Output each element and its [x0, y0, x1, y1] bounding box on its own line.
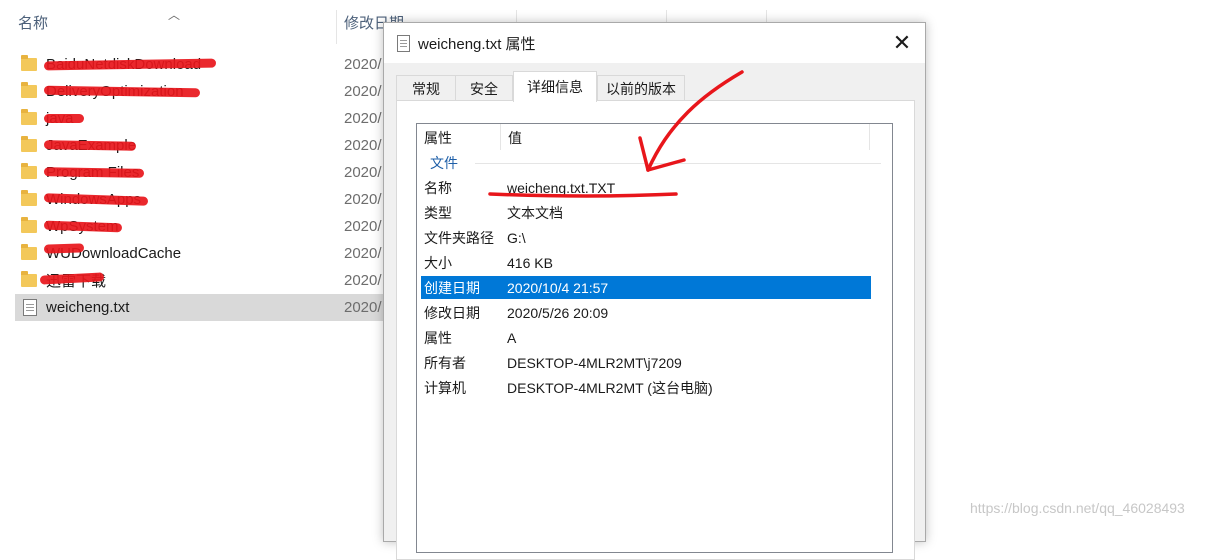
redaction-mark [43, 167, 145, 178]
property-row[interactable]: 创建日期 2020/10/4 21:57 [421, 276, 871, 299]
redaction-mark [44, 114, 84, 123]
text-document-icon [397, 34, 410, 52]
file-modified-date: 2020/ [344, 164, 382, 181]
tab-general[interactable]: 常规 [396, 75, 456, 101]
file-modified-date: 2020/ [344, 83, 382, 100]
file-modified-date: 2020/ [344, 56, 382, 73]
property-name: 类型 [424, 204, 452, 221]
property-row[interactable]: 所有者 DESKTOP-4MLR2MT\j7209 [421, 351, 871, 374]
header-value[interactable]: 值 [508, 128, 522, 148]
details-list-header: 属性 值 [417, 124, 892, 150]
property-row[interactable]: 属性 A [421, 326, 871, 349]
property-value: A [507, 329, 517, 346]
property-name: 修改日期 [424, 304, 480, 321]
details-list[interactable]: 属性 值 文件 名称 weicheng.txt.TXT 类型 文本文档 文件夹路径 G:\… [416, 123, 893, 553]
text-file-icon [23, 299, 37, 316]
folder-icon [21, 163, 37, 179]
folder-icon [21, 55, 37, 71]
file-row[interactable]: weicheng.txt 2020/ [15, 294, 385, 321]
folder-icon [21, 190, 37, 206]
property-value: G:\ [507, 229, 526, 246]
redaction-mark [43, 243, 85, 254]
folder-icon [21, 217, 37, 233]
property-row[interactable]: 类型 文本文档 [421, 201, 871, 224]
property-value: DESKTOP-4MLR2MT\j7209 [507, 354, 682, 371]
tab-security[interactable]: 安全 [455, 75, 513, 101]
property-row[interactable]: 名称 weicheng.txt.TXT [421, 176, 871, 199]
file-modified-date: 2020/ [344, 191, 382, 208]
property-name: 计算机 [424, 379, 466, 396]
close-icon: ✕ [892, 30, 912, 56]
dialog-title: weicheng.txt 属性 [418, 35, 536, 53]
tab-details[interactable]: 详细信息 [513, 71, 597, 102]
file-modified-date: 2020/ [344, 272, 382, 289]
folder-icon [21, 136, 37, 152]
dialog-titlebar[interactable]: weicheng.txt 属性 ✕ [384, 23, 925, 63]
group-label-file: 文件 [430, 155, 458, 171]
property-value: 2020/10/4 21:57 [507, 279, 609, 296]
file-modified-date: 2020/ [344, 299, 382, 316]
property-row[interactable]: 文件夹路径 G:\ [421, 226, 871, 249]
property-value: weicheng.txt.TXT [507, 179, 616, 196]
property-value: 文本文档 [507, 204, 563, 221]
folder-icon [21, 271, 37, 287]
property-name: 大小 [424, 254, 452, 271]
file-modified-date: 2020/ [344, 245, 382, 262]
property-name: 创建日期 [424, 279, 480, 296]
close-button[interactable]: ✕ [879, 23, 925, 63]
property-row[interactable]: 大小 416 KB [421, 251, 871, 274]
property-value: 2020/5/26 20:09 [507, 304, 609, 321]
redaction-mark [43, 140, 137, 151]
details-panel: 属性 值 文件 名称 weicheng.txt.TXT 类型 文本文档 文件夹路径 G:\… [396, 100, 915, 560]
folder-icon [21, 109, 37, 125]
properties-dialog: weicheng.txt 属性 ✕ 常规 安全 详细信息 以前的版本 属性 值 … [383, 22, 926, 560]
file-modified-date: 2020/ [344, 110, 382, 127]
property-name: 属性 [424, 329, 452, 346]
header-property[interactable]: 属性 [424, 128, 452, 148]
watermark: https://blog.csdn.net/qq_46028493 [970, 500, 1185, 516]
column-header-name[interactable]: 名称 [18, 0, 48, 44]
property-name: 名称 [424, 179, 452, 196]
folder-icon [21, 82, 37, 98]
sort-ascending-icon: ︿ [168, 8, 181, 22]
property-value: 416 KB [507, 254, 553, 271]
column-divider[interactable] [336, 10, 337, 44]
folder-icon [21, 244, 37, 260]
property-value: DESKTOP-4MLR2MT (这台电脑) [507, 379, 713, 396]
header-divider[interactable] [869, 124, 870, 150]
file-modified-date: 2020/ [344, 137, 382, 154]
tab-previous-versions[interactable]: 以前的版本 [597, 75, 685, 101]
property-row[interactable]: 计算机 DESKTOP-4MLR2MT (这台电脑) [421, 376, 871, 399]
file-name: weicheng.txt [46, 299, 130, 316]
group-divider [475, 163, 881, 164]
property-name: 文件夹路径 [424, 229, 494, 246]
header-divider[interactable] [500, 124, 501, 150]
property-name: 所有者 [424, 354, 466, 371]
file-modified-date: 2020/ [344, 218, 382, 235]
property-row[interactable]: 修改日期 2020/5/26 20:09 [421, 301, 871, 324]
